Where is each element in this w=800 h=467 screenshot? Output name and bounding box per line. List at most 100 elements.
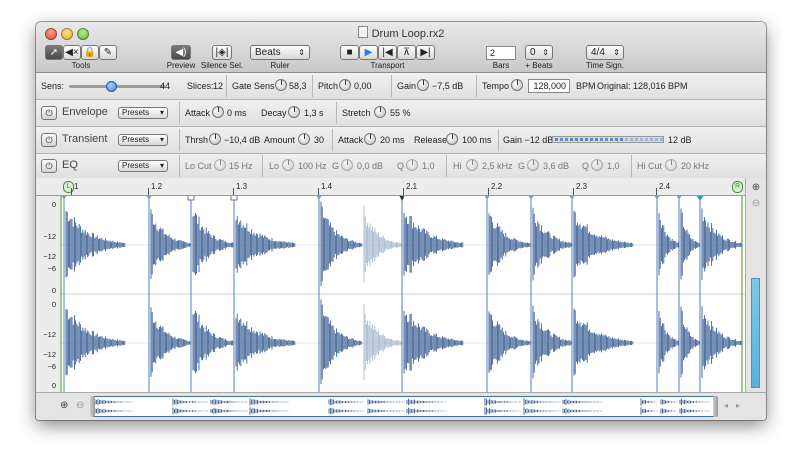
slice-handle[interactable] xyxy=(316,195,322,200)
sens-slider-thumb[interactable] xyxy=(106,81,118,92)
divider xyxy=(631,155,632,177)
transient-attack-knob[interactable] xyxy=(364,133,376,145)
zoom-in-horizontal-icon[interactable]: ⊕ xyxy=(60,400,68,411)
slice-handle[interactable] xyxy=(61,195,67,200)
selected-slice-handle[interactable] xyxy=(399,195,405,201)
gate-sens-knob[interactable] xyxy=(275,79,287,91)
hi-gain-value: 3,6 dB xyxy=(543,161,570,171)
slice-handle[interactable] xyxy=(676,195,682,200)
bars-input[interactable]: 2 xyxy=(486,46,516,60)
envelope-attack-knob[interactable] xyxy=(212,106,224,118)
gain-meter-segment xyxy=(660,138,663,141)
eq-presets-button[interactable]: Presets xyxy=(118,160,168,172)
gain-knob[interactable] xyxy=(417,79,429,91)
updown-arrows-icon: ⇕ xyxy=(613,48,620,57)
overview-right-handle[interactable] xyxy=(713,396,718,417)
rewind-button[interactable]: |◀ xyxy=(378,45,397,60)
envelope-label: Envelope xyxy=(62,106,108,118)
eq-power-button[interactable]: ⏻ xyxy=(41,159,57,173)
thrsh-value: −10,4 dB xyxy=(224,135,261,145)
beats-stepper[interactable]: 0 ⇕ xyxy=(525,45,553,60)
window-title: Drum Loop.rx2 xyxy=(371,28,445,40)
hi-freq-knob[interactable] xyxy=(466,159,478,171)
locut-knob[interactable] xyxy=(214,159,226,171)
zoom-out-horizontal-icon[interactable]: ⊖ xyxy=(76,400,84,411)
slice-handle[interactable] xyxy=(528,195,534,200)
hicut-knob[interactable] xyxy=(665,159,677,171)
loop-button[interactable]: ⊼ xyxy=(397,45,416,60)
forward-button[interactable]: ▶| xyxy=(416,45,435,60)
transient-power-button[interactable]: ⏻ xyxy=(41,133,57,147)
waveform-display[interactable] xyxy=(60,194,745,392)
amount-knob[interactable] xyxy=(298,133,310,145)
divider xyxy=(179,155,180,177)
playhead-marker[interactable] xyxy=(696,195,704,201)
gain-meter-segment xyxy=(640,138,643,141)
pitch-knob[interactable] xyxy=(339,79,351,91)
ruler-tick xyxy=(573,188,574,195)
left-locator[interactable]: L xyxy=(63,181,74,193)
silence-tool-button[interactable]: ◀× xyxy=(63,45,81,60)
tempo-knob[interactable] xyxy=(511,79,523,91)
slice-handle[interactable] xyxy=(569,195,575,200)
ruler-tick xyxy=(488,188,489,195)
lo-q-knob[interactable] xyxy=(406,159,418,171)
overview-waveform[interactable] xyxy=(92,396,716,417)
scroll-right-icon[interactable]: ▸ xyxy=(736,401,740,410)
locut-value: 15 Hz xyxy=(229,161,253,171)
hi-q-label: Q xyxy=(582,161,590,171)
threshold-knob[interactable] xyxy=(209,133,221,145)
gain-meter-segment xyxy=(560,138,563,141)
time-signature-select[interactable]: 4/4 ⇕ xyxy=(586,45,624,60)
transient-presets-button[interactable]: Presets xyxy=(118,134,168,146)
slice-lock-icon[interactable] xyxy=(230,194,238,201)
envelope-presets-button[interactable]: Presets xyxy=(118,107,168,119)
stop-button[interactable]: ■ xyxy=(340,45,359,60)
stretch-label: Stretch xyxy=(342,108,371,118)
stretch-value: 55 % xyxy=(390,108,411,118)
tempo-input[interactable]: 128,000 xyxy=(528,79,570,93)
play-button[interactable]: ▶ xyxy=(359,45,378,60)
slice-handle[interactable] xyxy=(484,195,490,200)
slice-handle[interactable] xyxy=(146,195,152,200)
pencil-tool-button[interactable]: ✎ xyxy=(99,45,117,60)
gain-meter-segment xyxy=(575,138,578,141)
hi-q-knob[interactable] xyxy=(591,159,603,171)
slice-lock-icon[interactable] xyxy=(187,194,195,201)
ruler-tick-label: 1.3 xyxy=(236,182,248,191)
envelope-power-button[interactable]: ⏻ xyxy=(41,106,57,120)
divider xyxy=(446,155,447,177)
waveform-canvas[interactable] xyxy=(60,194,745,392)
release-knob[interactable] xyxy=(446,133,458,145)
ruler-select[interactable]: Beats ⇕ xyxy=(250,45,310,60)
pitch-label: Pitch xyxy=(318,81,339,91)
silence-selection-button[interactable]: |◈| xyxy=(212,45,232,60)
pitch-value: 0,00 xyxy=(354,81,372,91)
scroll-left-icon[interactable]: ◂ xyxy=(724,401,728,410)
decay-value: 1,3 s xyxy=(304,108,324,118)
sens-value: 44 xyxy=(160,81,171,91)
gain-meter-segment xyxy=(595,138,598,141)
attack-value: 0 ms xyxy=(227,108,247,118)
slice-handle[interactable] xyxy=(654,195,660,200)
axis-label: 0 xyxy=(51,300,56,309)
overview-left-handle[interactable] xyxy=(90,396,95,417)
right-locator[interactable]: R xyxy=(732,181,743,193)
preview-button[interactable]: ◀) xyxy=(171,45,191,60)
hi-gain-knob[interactable] xyxy=(527,159,539,171)
sens-slider[interactable] xyxy=(69,81,165,92)
lo-gain-label: G xyxy=(332,161,340,171)
zoom-in-icon[interactable]: ⊕ xyxy=(750,182,762,194)
lo-freq-knob[interactable] xyxy=(282,159,294,171)
beat-ruler[interactable]: L R 1 1.2 1.3 1.4 2.1 2.2 2.3 2.4 xyxy=(36,178,766,196)
divider xyxy=(498,129,499,151)
document-icon xyxy=(357,26,368,38)
lock-tool-button[interactable]: 🔒 xyxy=(81,45,99,60)
envelope-decay-knob[interactable] xyxy=(288,106,300,118)
lo-gain-knob[interactable] xyxy=(341,159,353,171)
zoom-out-icon[interactable]: ⊖ xyxy=(750,198,762,210)
level-meter xyxy=(751,278,760,388)
transient-row: ⏻ Transient Presets Thrsh −10,4 dB Amoun… xyxy=(36,127,766,154)
arrow-tool-button[interactable]: ➚ xyxy=(45,45,63,60)
stretch-knob[interactable] xyxy=(374,106,386,118)
